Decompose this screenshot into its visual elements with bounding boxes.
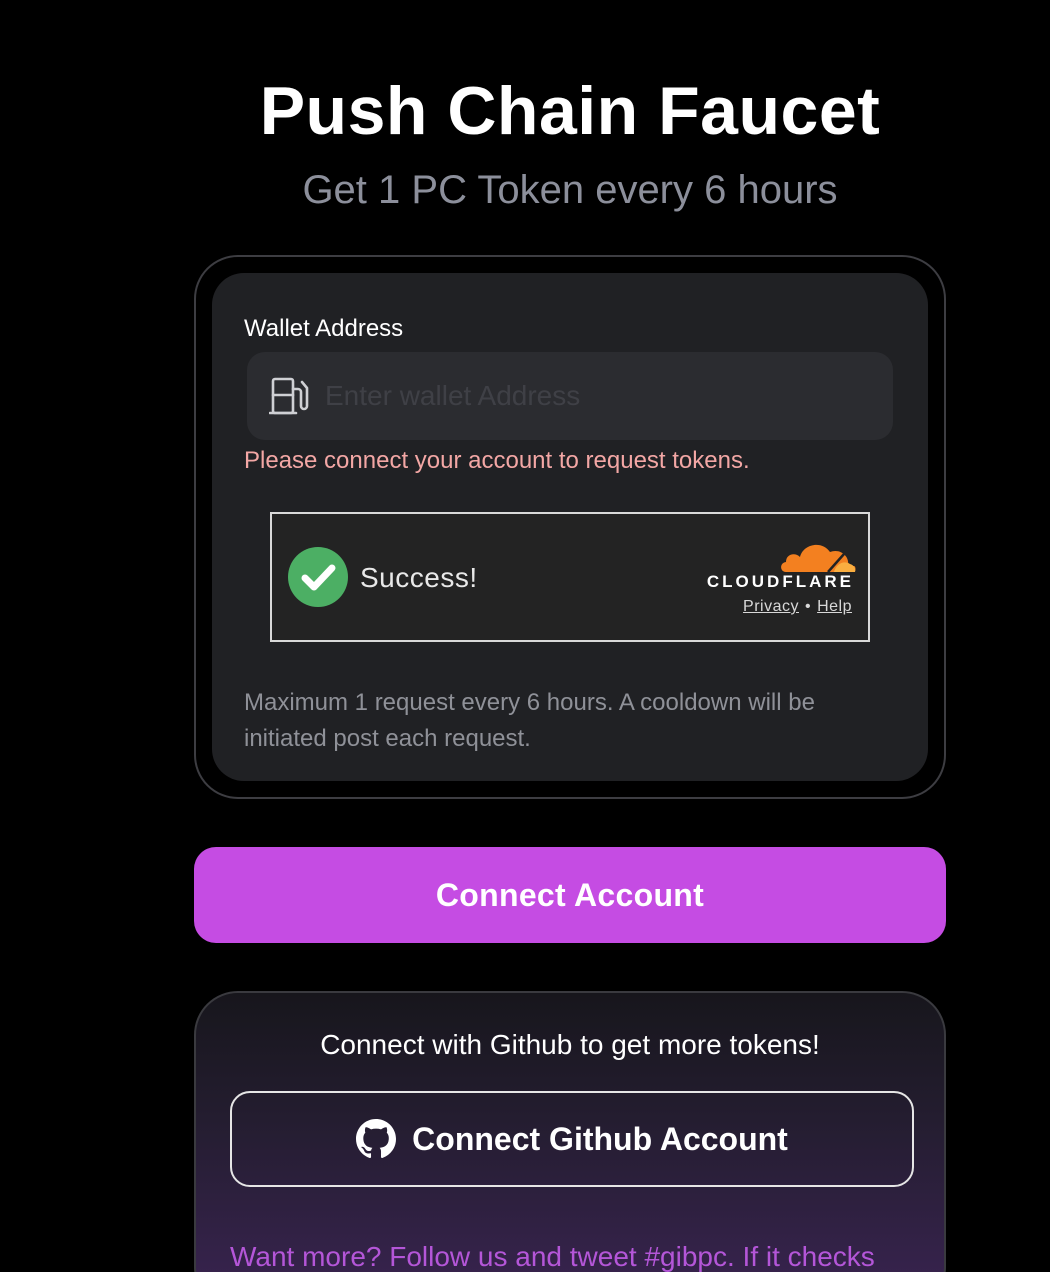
captcha-status-text: Success! [360,562,478,593]
github-icon [356,1119,397,1159]
page-title: Push Chain Faucet [259,73,881,149]
faucet-page: Push Chain Faucet Get 1 PC Token every 6… [0,0,1050,1272]
page-subtitle: Get 1 PC Token every 6 hours [302,168,838,212]
privacy-link[interactable]: Privacy [743,598,799,615]
wallet-address-field[interactable] [247,352,893,440]
connect-github-button[interactable]: Connect Github Account [230,1091,914,1187]
connect-github-label: Connect Github Account [412,1120,788,1157]
faucet-card-body: Wallet Address Please connect your accou… [212,273,928,781]
wallet-address-label: Wallet Address [244,315,404,342]
link-separator: • [804,598,812,615]
help-link[interactable]: Help [817,598,852,615]
cooldown-info-text: Maximum 1 request every 6 hours. A coold… [244,689,815,752]
github-card-heading: Connect with Github to get more tokens! [320,1029,820,1060]
gas-pump-icon [269,377,309,415]
connect-account-button[interactable]: Connect Account [194,847,946,943]
follow-tweet-text: Want more? Follow us and tweet #gibpc. I… [230,1241,875,1272]
cloudflare-captcha-widget[interactable]: Success! CLOUDFLARE Privacy • Help [270,512,870,642]
captcha-links: Privacy • Help [743,598,852,616]
connect-error-message: Please connect your account to request t… [244,447,750,474]
cloudflare-logo-text: CLOUDFLARE [706,572,854,591]
faucet-card: Wallet Address Please connect your accou… [194,255,946,799]
success-check-icon [288,547,348,607]
wallet-address-input[interactable] [325,374,865,418]
github-card: Connect with Github to get more tokens! … [194,991,946,1272]
cloudflare-cloud-icon [781,544,856,573]
